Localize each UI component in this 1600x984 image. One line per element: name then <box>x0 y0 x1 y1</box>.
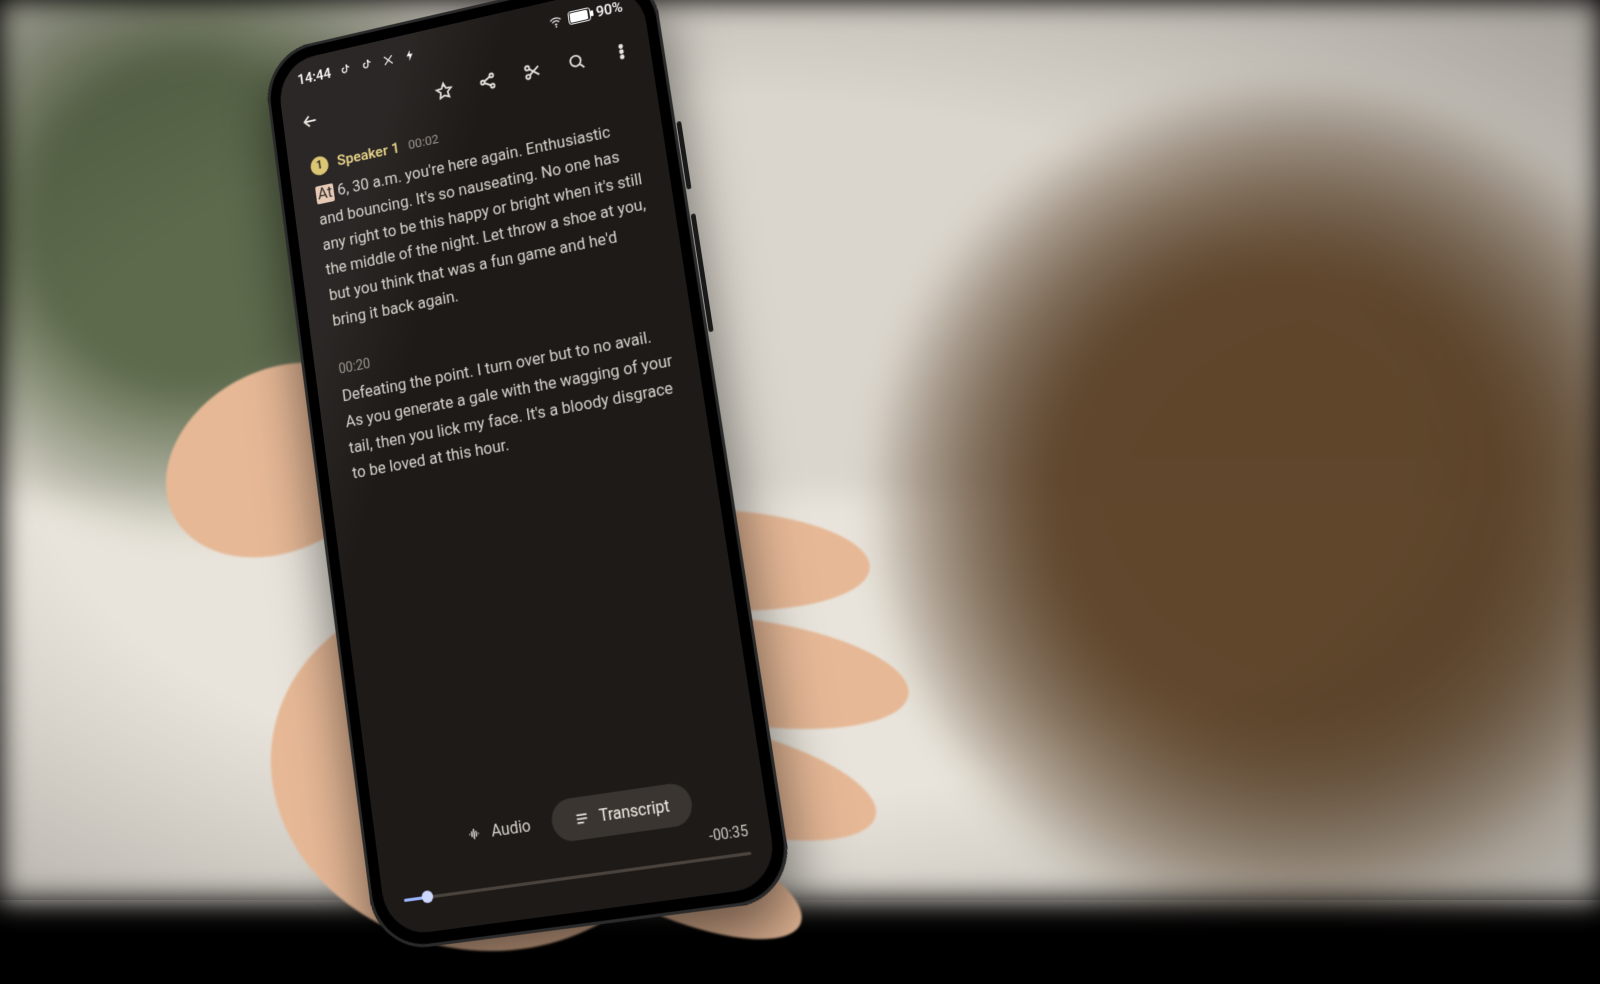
bolt-icon <box>402 46 417 63</box>
view-toggle: Audio Transcript <box>394 774 746 866</box>
tab-audio[interactable]: Audio <box>442 801 554 858</box>
battery-icon <box>567 7 591 25</box>
tab-transcript[interactable]: Transcript <box>549 781 695 843</box>
status-time: 14:44 <box>296 64 332 88</box>
transcript-icon <box>572 808 592 829</box>
speaker-badge: 1 <box>309 154 329 176</box>
back-button[interactable] <box>288 96 332 145</box>
star-icon <box>433 79 456 104</box>
phone-screen: 14:44 <box>276 0 779 938</box>
playhead-word-highlight: At <box>315 183 335 205</box>
share-button[interactable] <box>465 56 511 106</box>
scissors-icon <box>520 59 543 84</box>
star-button[interactable] <box>421 66 467 116</box>
segment-timestamp: 00:02 <box>407 129 440 156</box>
phone-device: 14:44 <box>262 0 796 954</box>
transcript-segment: 00:20 Defeating the point. I turn over b… <box>338 296 683 488</box>
search-button[interactable] <box>553 36 600 87</box>
wifi-icon <box>548 13 564 30</box>
x-icon <box>381 51 396 68</box>
time-remaining: -00:35 <box>708 823 749 845</box>
waveform-icon <box>464 823 484 844</box>
scrubber-track <box>404 852 752 902</box>
tab-audio-label: Audio <box>490 816 532 841</box>
status-battery-text: 90% <box>595 0 624 21</box>
more-button[interactable] <box>598 26 646 77</box>
scrubber-knob[interactable] <box>421 890 434 904</box>
search-icon <box>565 49 589 74</box>
crop-button[interactable] <box>509 46 556 97</box>
tiktok-icon <box>359 56 374 73</box>
